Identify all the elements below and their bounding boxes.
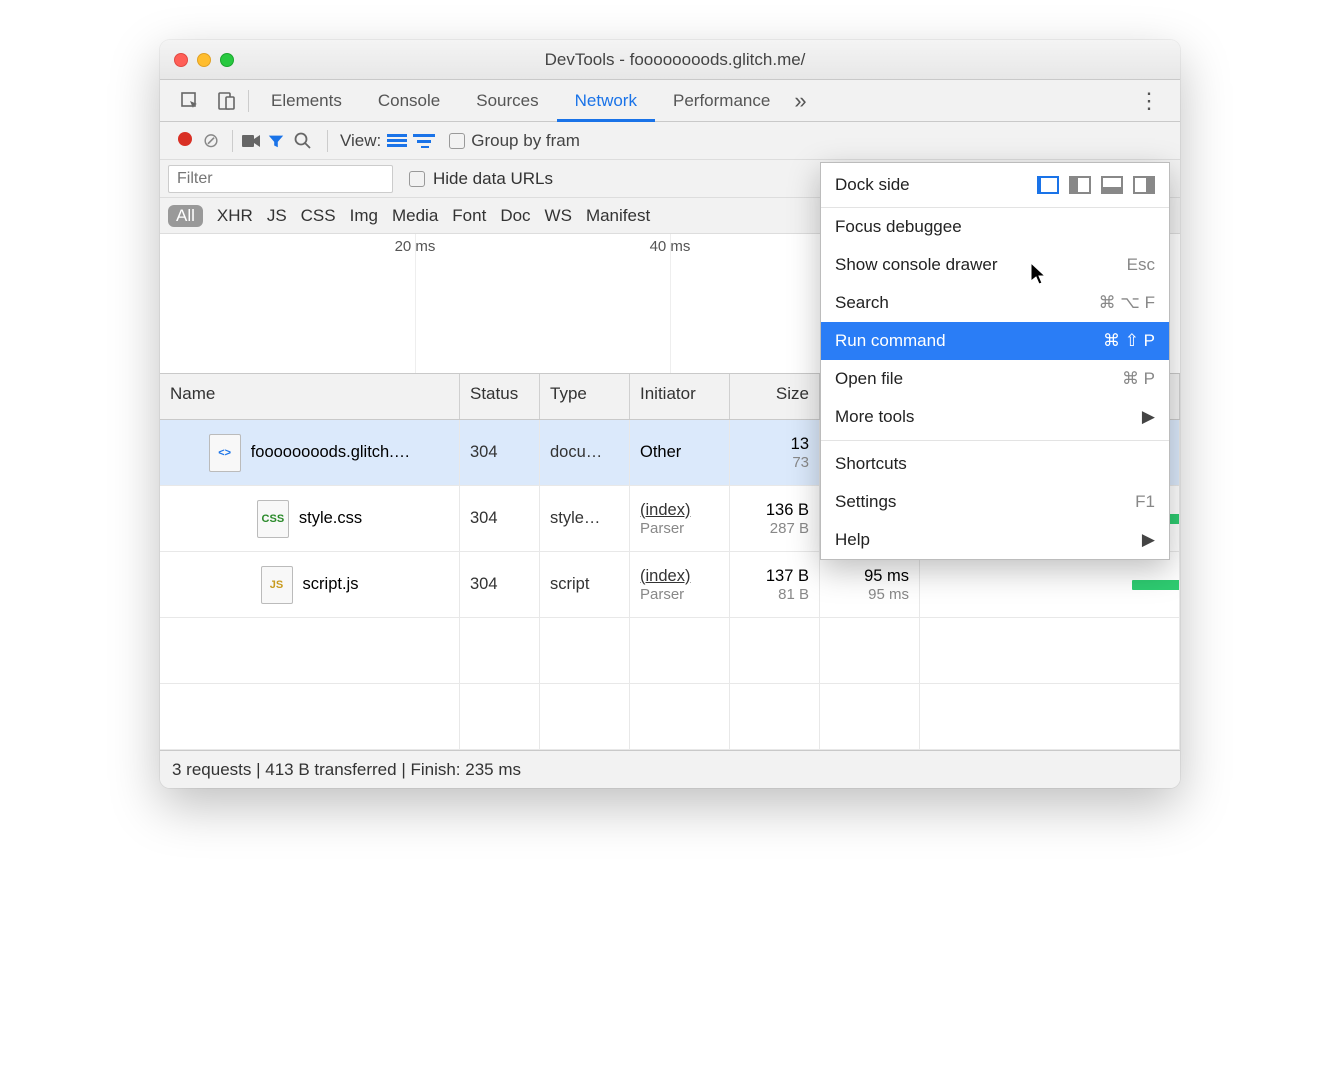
table-row[interactable]: JS script.js 304script(index)Parser137 B81… [160, 552, 1180, 618]
type-cell: script [540, 552, 630, 617]
group-by-frame-checkbox[interactable] [449, 133, 465, 149]
tab-performance[interactable]: Performance [655, 80, 788, 121]
network-toolbar: ⊘ View: Group by fram [160, 122, 1180, 160]
separator [232, 130, 233, 152]
menu-item-more-tools[interactable]: More tools▶ [821, 398, 1169, 436]
status-cell: 304 [460, 552, 540, 617]
type-filter-manifest[interactable]: Manifest [586, 206, 650, 226]
size-cell: 1373 [730, 420, 820, 485]
tab-sources[interactable]: Sources [458, 80, 556, 121]
type-filter-all[interactable]: All [168, 205, 203, 227]
close-window-button[interactable] [174, 53, 188, 67]
more-tabs-icon[interactable]: » [794, 88, 806, 114]
col-status[interactable]: Status [460, 374, 540, 419]
menu-item-settings[interactable]: SettingsF1 [821, 483, 1169, 521]
type-filter-media[interactable]: Media [392, 206, 438, 226]
file-type-icon: JS [261, 566, 293, 604]
status-cell: 304 [460, 486, 540, 551]
status-bar: 3 requests | 413 B transferred | Finish:… [160, 750, 1180, 788]
filter-icon[interactable] [267, 132, 293, 150]
camera-icon[interactable] [241, 133, 267, 149]
type-filter-img[interactable]: Img [350, 206, 378, 226]
window-title: DevTools - foooooooods.glitch.me/ [234, 50, 1116, 70]
window-controls [174, 53, 234, 67]
view-label: View: [340, 131, 381, 151]
hide-data-urls-checkbox[interactable] [409, 171, 425, 187]
tab-elements[interactable]: Elements [253, 80, 360, 121]
inspect-icon[interactable] [172, 91, 208, 111]
size-cell: 137 B81 B [730, 552, 820, 617]
initiator-cell: Other [630, 420, 730, 485]
dock-side-label: Dock side [835, 175, 1037, 195]
request-name: foooooooods.glitch.… [251, 443, 411, 462]
hide-data-urls-label: Hide data URLs [433, 169, 553, 189]
status-cell: 304 [460, 420, 540, 485]
menu-item-help[interactable]: Help▶ [821, 521, 1169, 559]
waterfall-cell [920, 552, 1180, 617]
table-row-empty [160, 684, 1180, 750]
request-name: script.js [303, 575, 359, 594]
col-name[interactable]: Name [160, 374, 460, 419]
group-by-frame-label: Group by fram [471, 131, 580, 151]
dock-side-row: Dock side [821, 163, 1169, 208]
dock-bottom-icon[interactable] [1101, 176, 1123, 194]
kebab-menu-icon[interactable]: ⋮ [1130, 88, 1168, 114]
device-toggle-icon[interactable] [208, 91, 244, 111]
timeline-tick: 40 ms [650, 238, 691, 255]
dock-undock-icon[interactable] [1037, 176, 1059, 194]
col-initiator[interactable]: Initiator [630, 374, 730, 419]
separator [327, 130, 328, 152]
filter-input[interactable] [168, 165, 393, 193]
type-cell: docu… [540, 420, 630, 485]
tab-console[interactable]: Console [360, 80, 458, 121]
type-filter-css[interactable]: CSS [301, 206, 336, 226]
initiator-cell: (index)Parser [630, 486, 730, 551]
menu-item-run-command[interactable]: Run command⌘ ⇧ P [821, 322, 1169, 360]
type-filter-ws[interactable]: WS [545, 206, 572, 226]
large-rows-icon[interactable] [387, 134, 413, 148]
titlebar: DevTools - foooooooods.glitch.me/ [160, 40, 1180, 80]
overview-icon[interactable] [413, 134, 439, 148]
minimize-window-button[interactable] [197, 53, 211, 67]
status-text: 3 requests | 413 B transferred | Finish:… [172, 760, 521, 780]
devtools-window: DevTools - foooooooods.glitch.me/ Elemen… [160, 40, 1180, 788]
col-size[interactable]: Size [730, 374, 820, 419]
type-filter-doc[interactable]: Doc [500, 206, 530, 226]
type-filter-js[interactable]: JS [267, 206, 287, 226]
separator [248, 90, 249, 112]
type-filter-xhr[interactable]: XHR [217, 206, 253, 226]
file-type-icon: CSS [257, 500, 289, 538]
dock-right-icon[interactable] [1133, 176, 1155, 194]
main-tabs: Elements Console Sources Network Perform… [160, 80, 1180, 122]
menu-item-show-console-drawer[interactable]: Show console drawerEsc [821, 246, 1169, 284]
dock-side-options [1037, 176, 1155, 194]
table-row-empty [160, 618, 1180, 684]
maximize-window-button[interactable] [220, 53, 234, 67]
menu-item-search[interactable]: Search⌘ ⌥ F [821, 284, 1169, 322]
type-filter-font[interactable]: Font [452, 206, 486, 226]
col-type[interactable]: Type [540, 374, 630, 419]
search-icon[interactable] [293, 131, 319, 151]
initiator-cell: (index)Parser [630, 552, 730, 617]
menu-separator [821, 440, 1169, 441]
request-name: style.css [299, 509, 362, 528]
clear-button[interactable]: ⊘ [198, 128, 224, 153]
context-menu: Dock side Focus debuggeeShow console dra… [820, 162, 1170, 560]
size-cell: 136 B287 B [730, 486, 820, 551]
menu-item-focus-debuggee[interactable]: Focus debuggee [821, 208, 1169, 246]
dock-left-icon[interactable] [1069, 176, 1091, 194]
time-cell: 95 ms95 ms [820, 552, 920, 617]
timeline-tick: 20 ms [395, 238, 436, 255]
menu-item-shortcuts[interactable]: Shortcuts [821, 445, 1169, 483]
tab-network[interactable]: Network [557, 81, 655, 122]
record-button[interactable] [172, 131, 198, 151]
menu-item-open-file[interactable]: Open file⌘ P [821, 360, 1169, 398]
type-cell: style… [540, 486, 630, 551]
mouse-cursor [1030, 262, 1050, 286]
file-type-icon: <> [209, 434, 241, 472]
